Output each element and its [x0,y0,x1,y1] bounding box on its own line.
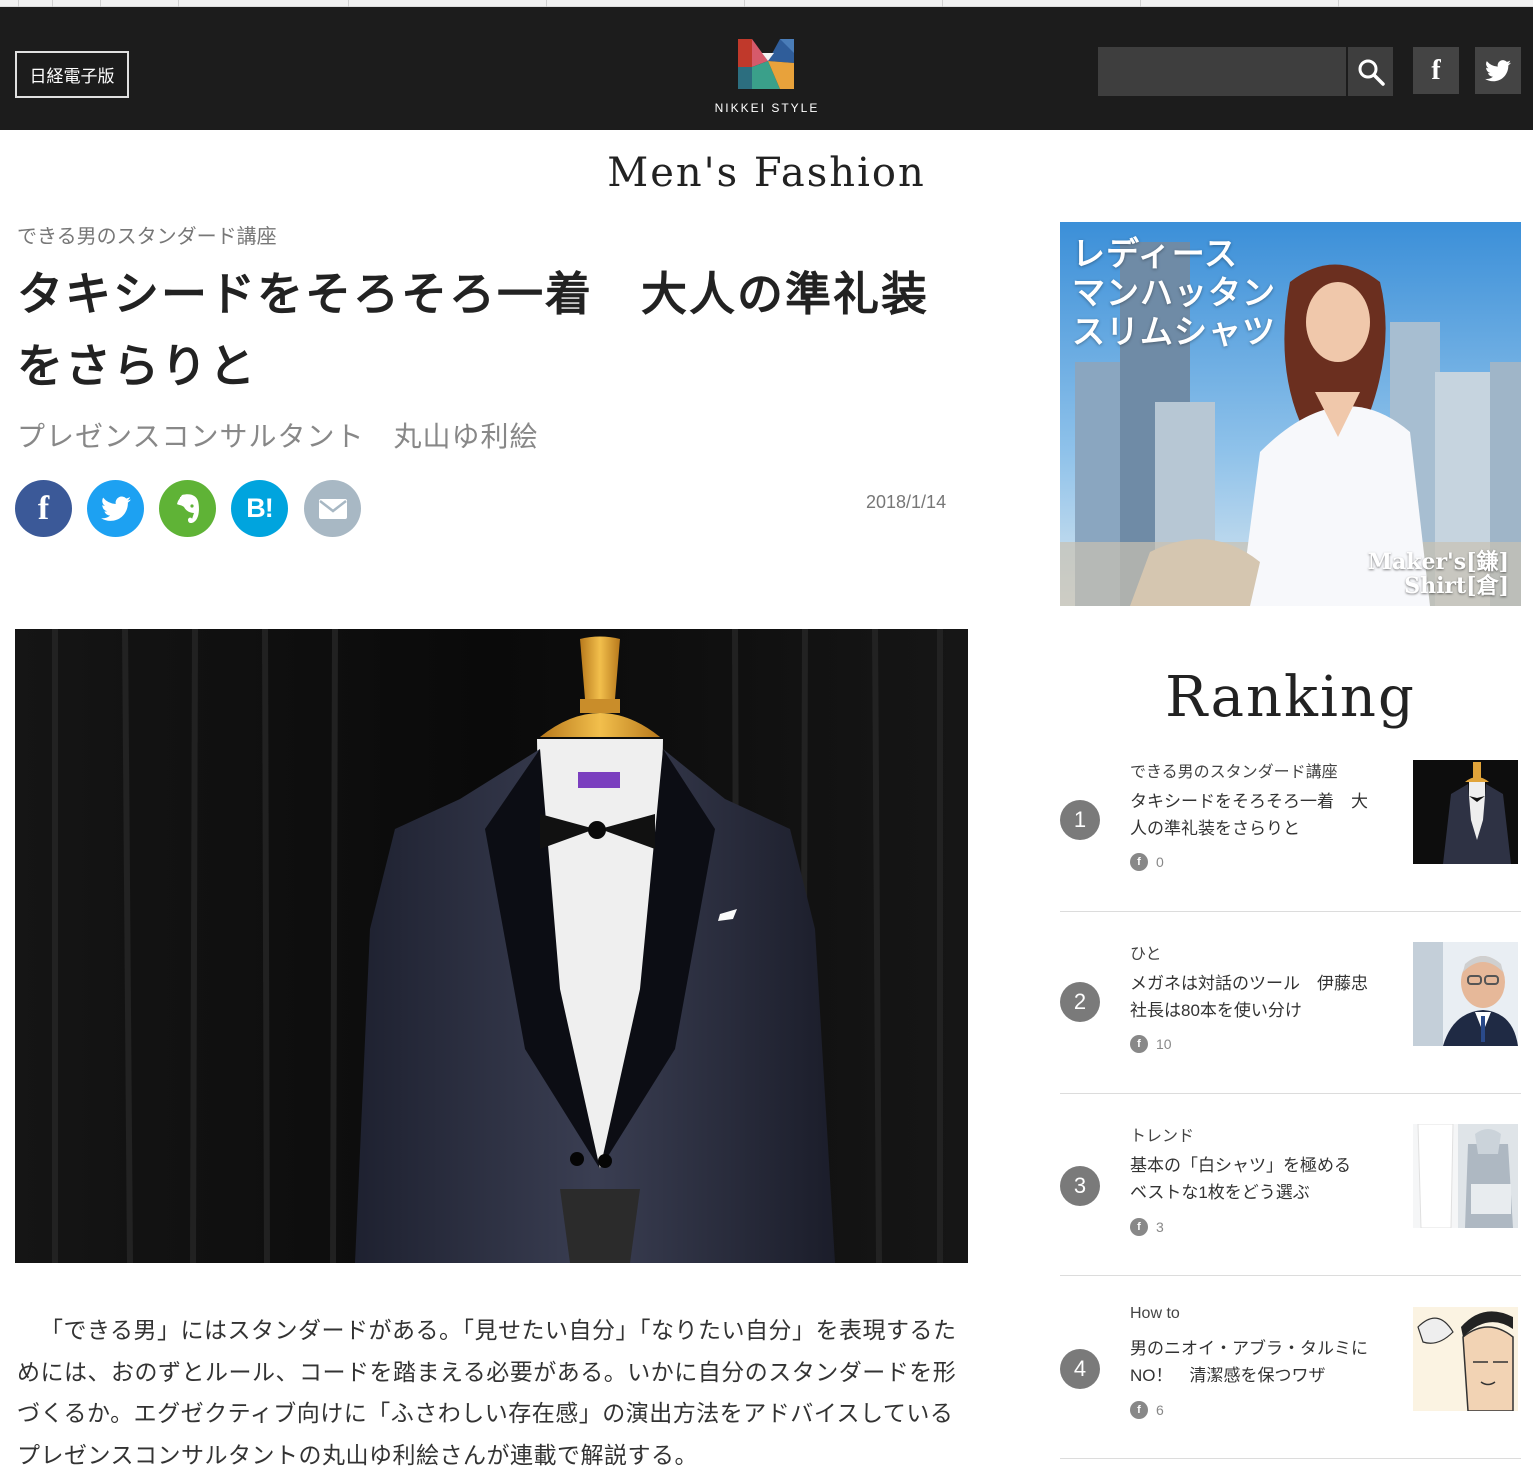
evernote-icon [176,493,199,523]
header-twitter-button[interactable] [1475,47,1521,94]
ranking-facebook-count: f 10 [1130,1035,1172,1053]
twitter-icon [1485,59,1511,81]
browser-tab-strip [0,0,1533,7]
ranking-thumbnail [1413,760,1518,864]
man-illustration-thumbnail [1413,1307,1518,1411]
site-header: 日経電子版 NIKKEI STYLE f [0,7,1533,130]
rank-badge: 4 [1060,1349,1100,1389]
ranking-category: How to [1130,1305,1180,1322]
logo-text: NIKKEI STYLE [714,101,820,115]
share-hatena-button[interactable]: B! [231,480,288,537]
twitter-icon [100,495,131,521]
ranking-facebook-count: f 6 [1130,1401,1164,1419]
white-shirt-thumbnail [1413,1124,1518,1228]
ranking-heading: Ranking [1165,665,1416,730]
share-evernote-button[interactable] [159,480,216,537]
ad-brand-logo: Maker's[鎌] Shirt[倉] [1367,549,1509,599]
search-button[interactable] [1346,47,1393,96]
search-icon [1358,59,1385,86]
facebook-count-value: 3 [1156,1219,1164,1235]
sidebar-ad-banner[interactable]: レディース マンハッタン スリムシャツ Maker's[鎌] Shirt[倉] [1060,222,1521,606]
ranking-thumbnail [1413,1307,1518,1411]
ranking-thumbnail [1413,1124,1518,1228]
share-facebook-button[interactable]: f [15,480,72,537]
facebook-count-value: 0 [1156,854,1164,870]
search-input[interactable] [1098,47,1346,96]
facebook-icon: f [1130,1401,1148,1419]
rank-badge: 3 [1060,1166,1100,1206]
ranking-title: タキシードをそろそろ一着 大人の準礼装をさらりと [1130,792,1368,838]
tuxedo-thumbnail [1413,760,1518,864]
ranking-category: できる男のスタンダード講座 [1130,764,1338,781]
facebook-count-value: 10 [1156,1036,1172,1052]
ranking-category: トレンド [1130,1128,1195,1145]
ranking-item-4[interactable]: 4 How to 男のニオイ・アブラ・タルミにNO！ 清潔感を保つワザ f 6 [1060,1277,1521,1459]
ranking-title: メガネは対話のツール 伊藤忠社長は80本を使い分け [1130,974,1368,1020]
ad-headline: レディース マンハッタン スリムシャツ [1072,235,1276,350]
share-twitter-button[interactable] [87,480,144,537]
article-author: プレゼンスコンサルタント 丸山ゆ利絵 [17,420,539,453]
facebook-count-value: 6 [1156,1402,1164,1418]
ranking-category: ひと [1130,946,1162,963]
share-mail-button[interactable] [304,480,361,537]
facebook-icon: f [1130,1035,1148,1053]
nikkei-style-logo[interactable]: NIKKEI STYLE [710,39,824,119]
tuxedo-photo [15,629,968,1263]
article-date: 2018/1/14 [866,492,947,512]
rank-badge: 1 [1060,800,1100,840]
ranking-title: 男のニオイ・アブラ・タルミにNO！ 清潔感を保つワザ [1130,1339,1368,1385]
ranking-facebook-count: f 3 [1130,1218,1164,1236]
rank-badge: 2 [1060,982,1100,1022]
facebook-icon: f [1130,1218,1148,1236]
header-facebook-button[interactable]: f [1413,47,1459,94]
mail-icon [318,498,347,519]
businessman-thumbnail [1413,942,1518,1046]
article-series-label[interactable]: できる男のスタンダード講座 [17,220,277,249]
ranking-facebook-count: f 0 [1130,853,1164,871]
facebook-icon: f [1431,54,1441,86]
hatena-bookmark-icon: B! [246,493,273,523]
ranking-item-1[interactable]: 1 できる男のスタンダード講座 タキシードをそろそろ一着 大人の準礼装をさらりと… [1060,730,1521,912]
facebook-icon: f [1130,853,1148,871]
ranking-item-2[interactable]: 2 ひと メガネは対話のツール 伊藤忠社長は80本を使い分け f 10 [1060,912,1521,1094]
logo-mark-icon [738,39,794,89]
facebook-icon: f [37,489,50,527]
article-lead-paragraph: 「できる男」にはスタンダードがある。「見せたい自分」「なりたい自分」を表現するた… [17,1317,957,1468]
article-title: タキシードをそろそろ一着 大人の準礼装をさらりと [17,267,929,393]
article-hero-image [15,629,968,1263]
ranking-title: 基本の「白シャツ」を極める ベストな1枚をどう選ぶ [1130,1156,1368,1202]
nikkei-digital-button[interactable]: 日経電子版 [15,51,129,98]
ranking-thumbnail [1413,942,1518,1046]
section-title: Men's Fashion [607,150,926,196]
ranking-item-3[interactable]: 3 トレンド 基本の「白シャツ」を極める ベストな1枚をどう選ぶ f 3 [1060,1094,1521,1276]
